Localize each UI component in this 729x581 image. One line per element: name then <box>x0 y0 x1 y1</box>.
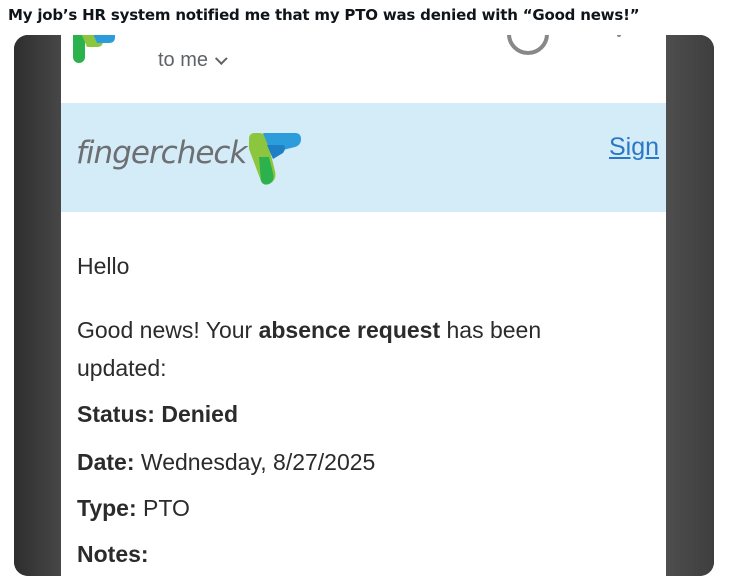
recipient-toggle[interactable]: to me <box>158 49 228 72</box>
sign-in-link[interactable]: Sign <box>609 133 659 162</box>
fingercheck-banner: fingercheck Sign <box>61 103 666 212</box>
brand-name: fingercheck <box>76 135 247 171</box>
photo-background-left <box>14 35 61 576</box>
intro-line-1: Good news! Your absence request has been <box>77 317 541 344</box>
fingercheck-logo-icon <box>73 35 115 63</box>
intro-suffix: has been <box>440 317 542 343</box>
type-row: Type: PTO <box>77 495 190 522</box>
date-label: Date: <box>77 449 135 475</box>
post-caption: My job’s HR system notified me that my P… <box>8 6 640 24</box>
intro-bold: absence request <box>258 317 441 343</box>
email-screen: to me fingercheck Sign Hello Good news! … <box>61 35 666 576</box>
photo-background-right <box>666 35 714 576</box>
type-value: PTO <box>143 495 190 521</box>
email-header: to me <box>61 35 666 103</box>
date-value: Wednesday, 8/27/2025 <box>140 449 376 475</box>
intro-line-2: updated: <box>77 355 167 381</box>
status-label: Status: <box>77 401 155 427</box>
status-row: Status: Denied <box>77 401 238 428</box>
recipient-label: to me <box>158 49 209 71</box>
notes-label: Notes: <box>77 541 149 567</box>
type-label: Type: <box>77 495 137 521</box>
fingercheck-logo-icon <box>249 133 301 185</box>
intro-prefix: Good news! Your <box>77 317 259 343</box>
notes-row: Notes: <box>77 541 149 568</box>
top-dot-icon <box>617 35 621 37</box>
chevron-down-icon <box>214 52 228 66</box>
greeting: Hello <box>77 253 130 279</box>
status-value: Denied <box>161 401 239 427</box>
top-circle-icon <box>507 35 549 55</box>
email-photo: to me fingercheck Sign Hello Good news! … <box>14 35 714 576</box>
date-row: Date: Wednesday, 8/27/2025 <box>77 449 375 476</box>
